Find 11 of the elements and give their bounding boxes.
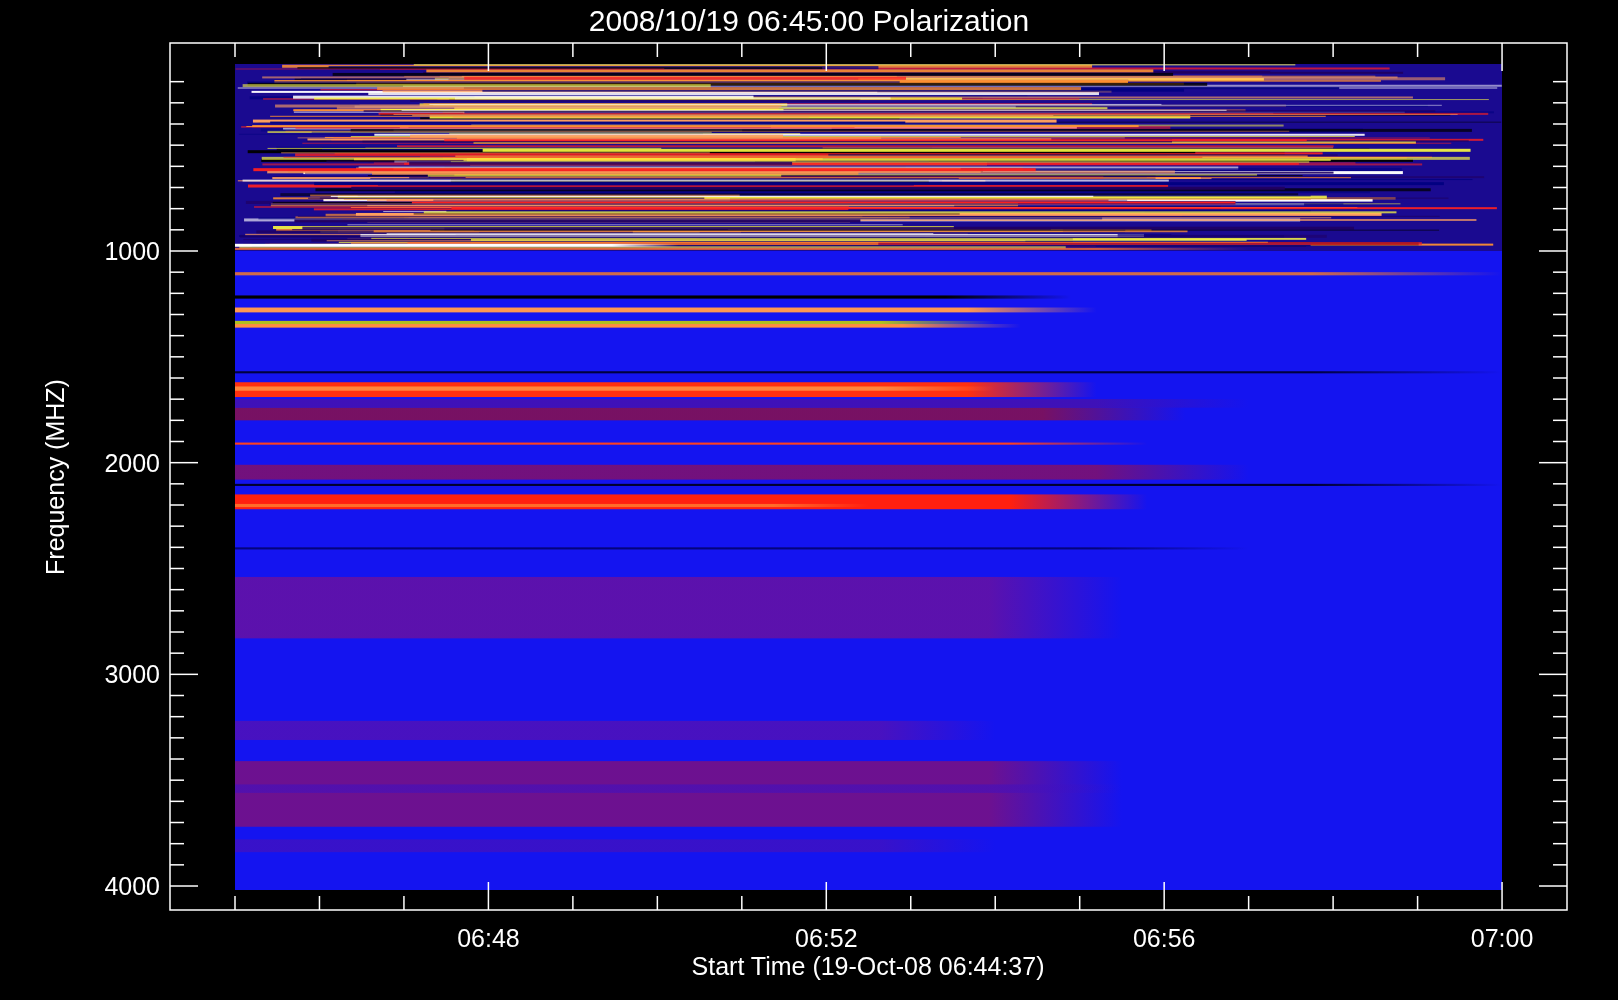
x-tick-label: 06:52 xyxy=(795,924,858,952)
y-tick-label: 2000 xyxy=(104,448,160,477)
x-axis-title: Start Time (19-Oct-08 06:44:37) xyxy=(691,952,1045,980)
y-tick-label: 4000 xyxy=(104,872,160,900)
y-axis-title: Frequency (MHZ) xyxy=(41,379,69,575)
y-tick-label: 1000 xyxy=(104,237,160,265)
x-tick-label: 06:48 xyxy=(457,924,520,952)
x-tick-label: 06:56 xyxy=(1132,924,1196,952)
x-tick-label: 07:00 xyxy=(1470,924,1534,952)
chart-title: 2008/10/19 06:45:00 Polarization xyxy=(588,4,1030,37)
y-tick-label: 3000 xyxy=(104,660,160,689)
